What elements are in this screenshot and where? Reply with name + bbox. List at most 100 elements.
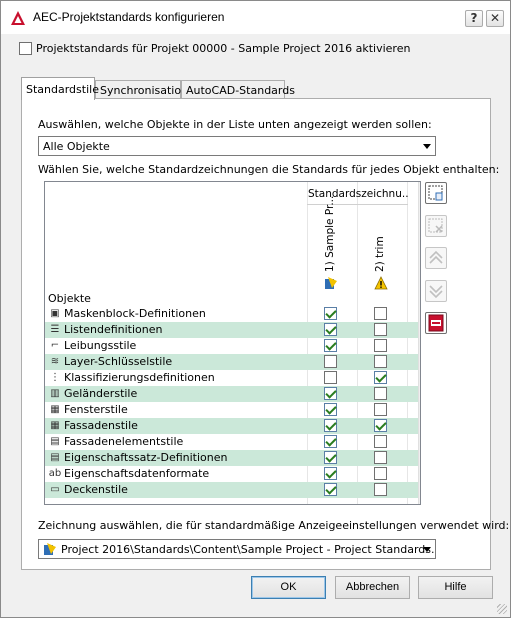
- row-object-name: Listendefinitionen: [64, 323, 163, 336]
- add-drawing-icon: [428, 185, 443, 201]
- close-button[interactable]: ✕: [486, 10, 504, 27]
- property-format-icon: ab: [48, 468, 62, 479]
- pdf-report-button[interactable]: [425, 312, 447, 334]
- pdf-report-icon: [428, 314, 444, 332]
- table-row[interactable]: ab Eigenschaftsdatenformate: [45, 466, 420, 482]
- standard-checkbox-sample-project[interactable]: [324, 467, 337, 480]
- standard-checkbox-trim[interactable]: [374, 387, 387, 400]
- standard-checkbox-sample-project[interactable]: [324, 483, 337, 496]
- row-object-name: Geländerstile: [64, 387, 138, 400]
- row-object-name: Eigenschaftssatz-Definitionen: [64, 451, 228, 464]
- tab-synchronisation[interactable]: Synchronisation: [95, 80, 188, 99]
- railing-icon: ▥: [50, 388, 60, 399]
- standard-checkbox-sample-project[interactable]: [324, 355, 337, 368]
- add-drawing-button[interactable]: [425, 182, 447, 204]
- row-object-name: Layer-Schlüsselstile: [64, 355, 173, 368]
- standard-checkbox-sample-project[interactable]: [324, 339, 337, 352]
- table-row[interactable]: ▣ Maskenblock-Definitionen: [45, 306, 420, 322]
- display-drawing-value: Project 2016\Standards\Content\Sample Pr…: [61, 543, 436, 556]
- table-row[interactable]: ▤ Fassadenelementstile: [45, 434, 420, 450]
- standard-checkbox-sample-project[interactable]: [324, 435, 337, 448]
- grid-label: Wählen Sie, welche Standardzeichnungen d…: [38, 163, 500, 176]
- activate-standards-checkbox[interactable]: Projektstandards für Projekt 00000 - Sam…: [19, 42, 410, 55]
- tab-autocad-standards[interactable]: AutoCAD-Standards: [181, 80, 295, 99]
- standard-checkbox-trim[interactable]: [374, 339, 387, 352]
- standard-checkbox-trim[interactable]: [374, 371, 387, 384]
- help-title-button[interactable]: ?: [465, 10, 483, 27]
- standard-checkbox-sample-project[interactable]: [324, 451, 337, 464]
- move-down-icon: [429, 285, 443, 299]
- activate-standards-label: Projektstandards für Projekt 00000 - Sam…: [36, 42, 411, 55]
- move-up-icon: [429, 250, 443, 264]
- standard-checkbox-trim[interactable]: [374, 355, 387, 368]
- grid-scrollbar[interactable]: [418, 182, 420, 504]
- table-row[interactable]: ≋ Layer-Schlüsselstile: [45, 354, 420, 370]
- display-drawing-dropdown[interactable]: Project 2016\Standards\Content\Sample Pr…: [38, 539, 436, 559]
- slab-icon: ▭: [50, 484, 60, 495]
- autocad-logo-icon: [11, 11, 25, 25]
- move-down-button[interactable]: [425, 280, 447, 302]
- standard-checkbox-sample-project[interactable]: [324, 387, 337, 400]
- standard-checkbox-sample-project[interactable]: [324, 371, 337, 384]
- table-row[interactable]: ⋮ Klassifizierungsdefinitionen: [45, 370, 420, 386]
- table-row[interactable]: ▦ Fensterstile: [45, 402, 420, 418]
- standard-checkbox-trim[interactable]: [374, 419, 387, 432]
- title-bar: AEC-Projektstandards konfigurieren ? ✕: [1, 1, 510, 34]
- project-drawing-icon: [44, 543, 56, 555]
- column-header-sample-project[interactable]: 1) Sample Pr...: [324, 196, 336, 272]
- cancel-button[interactable]: Abbrechen: [335, 576, 410, 599]
- chevron-down-icon: [423, 547, 431, 552]
- mask-block-icon: ▣: [50, 308, 60, 319]
- standards-group-header: Standardszeichnu...: [308, 188, 408, 200]
- display-drawing-label: Zeichnung auswählen, die für standardmäß…: [38, 519, 510, 532]
- curtain-wall-icon: ▦: [50, 420, 60, 431]
- table-row[interactable]: ⌐ Leibungsstile: [45, 338, 420, 354]
- standard-checkbox-trim[interactable]: [374, 435, 387, 448]
- help-button[interactable]: Hilfe: [418, 576, 493, 599]
- table-row[interactable]: ▭ Deckenstile: [45, 482, 420, 498]
- filter-label: Auswählen, welche Objekte in der Liste u…: [38, 118, 432, 131]
- standards-grid: Standardszeichnu... 1) Sample Pr... 2) t…: [44, 181, 421, 505]
- standard-checkbox-trim[interactable]: [374, 467, 387, 480]
- standard-checkbox-trim[interactable]: [374, 323, 387, 336]
- curtain-wall-unit-icon: ▤: [50, 436, 60, 447]
- project-drawing-icon: [325, 277, 337, 289]
- table-row[interactable]: ▦ Fassadenstile: [45, 418, 420, 434]
- window-title: AEC-Projektstandards konfigurieren: [33, 10, 225, 24]
- row-object-name: Fensterstile: [64, 403, 128, 416]
- table-row[interactable]: ☰ Listendefinitionen: [45, 322, 420, 338]
- table-row[interactable]: ▤ Eigenschaftssatz-Definitionen: [45, 450, 420, 466]
- window-icon: ▦: [50, 404, 60, 415]
- standard-checkbox-sample-project[interactable]: [324, 323, 337, 336]
- column-header-objects: Objekte: [48, 292, 91, 305]
- row-object-name: Fassadenelementstile: [64, 435, 184, 448]
- row-object-name: Eigenschaftsdatenformate: [64, 467, 210, 480]
- row-object-name: Leibungsstile: [64, 339, 137, 352]
- warning-icon: [374, 276, 388, 290]
- standard-checkbox-sample-project[interactable]: [324, 307, 337, 320]
- list-icon: ☰: [50, 324, 60, 335]
- resize-grip[interactable]: [497, 604, 507, 614]
- header-divider: [307, 204, 408, 205]
- row-object-name: Maskenblock-Definitionen: [64, 307, 206, 320]
- standard-checkbox-trim[interactable]: [374, 451, 387, 464]
- table-row[interactable]: ▥ Geländerstile: [45, 386, 420, 402]
- remove-drawing-button[interactable]: [425, 215, 447, 237]
- property-set-icon: ▤: [50, 452, 60, 463]
- column-header-trim[interactable]: 2) trim: [374, 236, 386, 272]
- standard-checkbox-trim[interactable]: [374, 307, 387, 320]
- standard-checkbox-sample-project[interactable]: [324, 419, 337, 432]
- standard-checkbox-trim[interactable]: [374, 483, 387, 496]
- leader-icon: ⌐: [50, 340, 60, 351]
- object-filter-value: Alle Objekte: [43, 140, 110, 153]
- object-filter-dropdown[interactable]: Alle Objekte: [38, 136, 436, 156]
- chevron-down-icon: [423, 144, 431, 149]
- tab-panel: Auswählen, welche Objekte in der Liste u…: [21, 98, 509, 570]
- standard-checkbox-trim[interactable]: [374, 403, 387, 416]
- move-up-button[interactable]: [425, 247, 447, 269]
- ok-button[interactable]: OK: [251, 576, 326, 599]
- activate-standards-box[interactable]: [19, 42, 32, 55]
- standard-checkbox-sample-project[interactable]: [324, 403, 337, 416]
- tab-standardstile[interactable]: Standardstile: [21, 77, 99, 100]
- classification-icon: ⋮: [50, 372, 60, 383]
